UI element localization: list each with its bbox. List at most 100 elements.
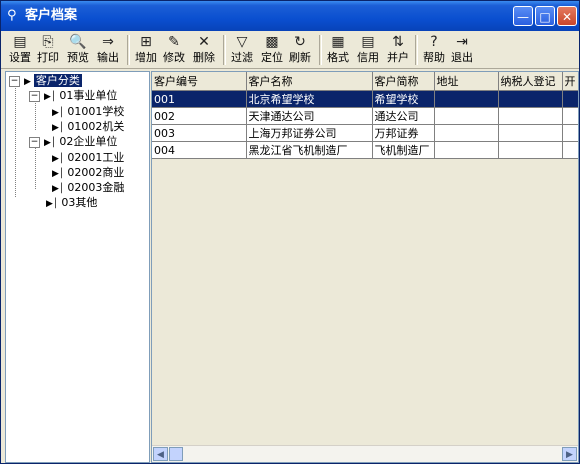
collapse-icon[interactable]: − (9, 75, 20, 87)
table-cell (562, 124, 578, 142)
table-cell (434, 107, 499, 125)
refresh-button[interactable]: ↻ 刷新 (287, 33, 313, 67)
tree-node-01[interactable]: − ▶│ 01事业单位 (29, 89, 117, 104)
merge-icon: ⇅ (392, 34, 404, 50)
maximize-button[interactable]: □ (535, 6, 555, 26)
tree-node-01002[interactable]: ▶│ 01002机关 (52, 120, 124, 135)
table-cell: 002 (152, 107, 247, 125)
print-button[interactable]: ⎘ 打印 (35, 33, 61, 67)
help-button[interactable]: ? 帮助 (421, 33, 447, 67)
credit-icon: ▤ (361, 34, 375, 50)
edit-icon: ✎ (168, 34, 180, 50)
table-row[interactable]: 002 天津通达公司 通达公司 (152, 107, 578, 125)
arrow-icon: ▶│ (52, 154, 65, 164)
tree-node-02001[interactable]: ▶│ 02001工业 (52, 151, 124, 166)
filter-icon: ▽ (236, 34, 248, 50)
table-cell: 天津通达公司 (246, 107, 373, 125)
table-cell: 通达公司 (372, 107, 435, 125)
column-header[interactable]: 客户简称 (372, 72, 435, 91)
table-cell (498, 90, 563, 108)
table-cell: 北京希望学校 (246, 90, 373, 108)
exit-icon: ⇥ (456, 34, 468, 50)
table-row[interactable]: 003 上海万邦证券公司 万邦证券 (152, 124, 578, 142)
collapse-icon[interactable]: − (29, 90, 40, 102)
arrow-icon: ▶│ (52, 108, 65, 118)
tree-node-02[interactable]: − ▶│ 02企业单位 (29, 135, 117, 150)
table-cell (562, 107, 578, 125)
add-button[interactable]: ⊞ 增加 (133, 33, 159, 67)
toolbar: ▤ 设置 ⎘ 打印 🔍 预览 ⇒ 输出 ⊞ 增加 ✎ 修改 ✕ 删除 ▽ 过滤 ▩ 定位 ↻ 刷新 … (1, 31, 579, 69)
scroll-thumb[interactable] (169, 447, 183, 461)
title-bar[interactable]: ⚲ 客户档案 — □ ✕ (1, 1, 579, 31)
locate-button[interactable]: ▩ 定位 (259, 33, 285, 67)
table-cell: 万邦证券 (372, 124, 435, 142)
format-button[interactable]: ▦ 格式 (325, 33, 351, 67)
help-icon: ? (430, 34, 438, 50)
table-cell: 003 (152, 124, 247, 142)
format-icon: ▦ (331, 34, 345, 50)
printer-icon: ⎘ (42, 34, 54, 50)
tree-node-02003[interactable]: ▶│ 02003金融 (52, 181, 124, 196)
toolbar-separator (319, 35, 322, 65)
tree-line (15, 82, 16, 197)
tree-node-root[interactable]: − ▶ 客户分类 (9, 74, 82, 89)
customer-archive-window: ⚲ 客户档案 — □ ✕ ▤ 设置 ⎘ 打印 🔍 预览 ⇒ 输出 ⊞ 增加 ✎ 修改 ✕ 删除… (0, 0, 580, 464)
arrow-icon: ▶│ (52, 169, 65, 179)
table-cell (498, 107, 563, 125)
arrow-icon: ▶│ (52, 184, 65, 194)
tree-node-01001[interactable]: ▶│ 01001学校 (52, 105, 124, 120)
search-icon: ⚲ (7, 8, 17, 23)
minimize-button[interactable]: — (513, 6, 533, 26)
arrow-icon: ▶│ (44, 138, 57, 148)
table-row[interactable]: 004 黑龙江省飞机制造厂 飞机制造厂 (152, 141, 578, 159)
setup-icon: ▤ (13, 34, 27, 50)
table-cell: 上海万邦证券公司 (246, 124, 373, 142)
delete-button[interactable]: ✕ 删除 (191, 33, 217, 67)
table-cell: 001 (152, 90, 247, 108)
table-cell (498, 141, 563, 159)
tree-node-03[interactable]: ▶│ 03其他 (46, 196, 97, 211)
exit-button[interactable]: ⇥ 退出 (449, 33, 475, 67)
table-cell: 黑龙江省飞机制造厂 (246, 141, 373, 159)
preview-button[interactable]: 🔍 预览 (65, 33, 91, 67)
column-header[interactable]: 客户编号 (152, 72, 247, 91)
arrow-icon: ▶│ (52, 123, 65, 133)
export-icon: ⇒ (102, 34, 114, 50)
horizontal-scrollbar[interactable]: ◀ ▶ (152, 445, 578, 462)
filter-button[interactable]: ▽ 过滤 (229, 33, 255, 67)
export-button[interactable]: ⇒ 输出 (95, 33, 121, 67)
column-header[interactable]: 地址 (434, 72, 499, 91)
table-cell (434, 141, 499, 159)
table-cell: 004 (152, 141, 247, 159)
table-cell: 希望学校 (372, 90, 435, 108)
refresh-icon: ↻ (294, 34, 306, 50)
close-button[interactable]: ✕ (557, 6, 577, 26)
setup-button[interactable]: ▤ 设置 (7, 33, 33, 67)
arrow-icon: ▶│ (44, 92, 57, 102)
column-header[interactable]: 纳税人登记 (498, 72, 563, 91)
edit-button[interactable]: ✎ 修改 (161, 33, 187, 67)
scroll-right-icon[interactable]: ▶ (562, 447, 577, 461)
customer-table[interactable]: 客户编号 客户名称 客户简称 地址 纳税人登记 开 001 北京希望学校 希望学… (151, 71, 579, 463)
scroll-left-icon[interactable]: ◀ (153, 447, 168, 461)
collapse-icon[interactable]: − (29, 136, 40, 148)
toolbar-separator (415, 35, 418, 65)
table-cell (434, 90, 499, 108)
tree-node-02002[interactable]: ▶│ 02002商业 (52, 166, 124, 181)
arrow-icon: ▶│ (46, 199, 59, 209)
column-header[interactable]: 开 (562, 72, 578, 91)
category-tree[interactable]: − ▶ 客户分类 − ▶│ 01事业单位 ▶│ 01001学校 ▶│ 01002机关 − ▶│… (5, 71, 150, 463)
table-header: 客户编号 客户名称 客户简称 地址 纳税人登记 开 (152, 72, 578, 91)
toolbar-separator (127, 35, 130, 65)
add-icon: ⊞ (140, 34, 152, 50)
window-title: 客户档案 (25, 8, 78, 23)
table-cell (498, 124, 563, 142)
delete-icon: ✕ (198, 34, 210, 50)
toolbar-separator (223, 35, 226, 65)
credit-button[interactable]: ▤ 信用 (355, 33, 381, 67)
merge-button[interactable]: ⇅ 并户 (385, 33, 411, 67)
arrow-icon: ▶ (24, 77, 31, 87)
table-cell (562, 141, 578, 159)
column-header[interactable]: 客户名称 (246, 72, 373, 91)
table-row[interactable]: 001 北京希望学校 希望学校 (152, 90, 578, 108)
